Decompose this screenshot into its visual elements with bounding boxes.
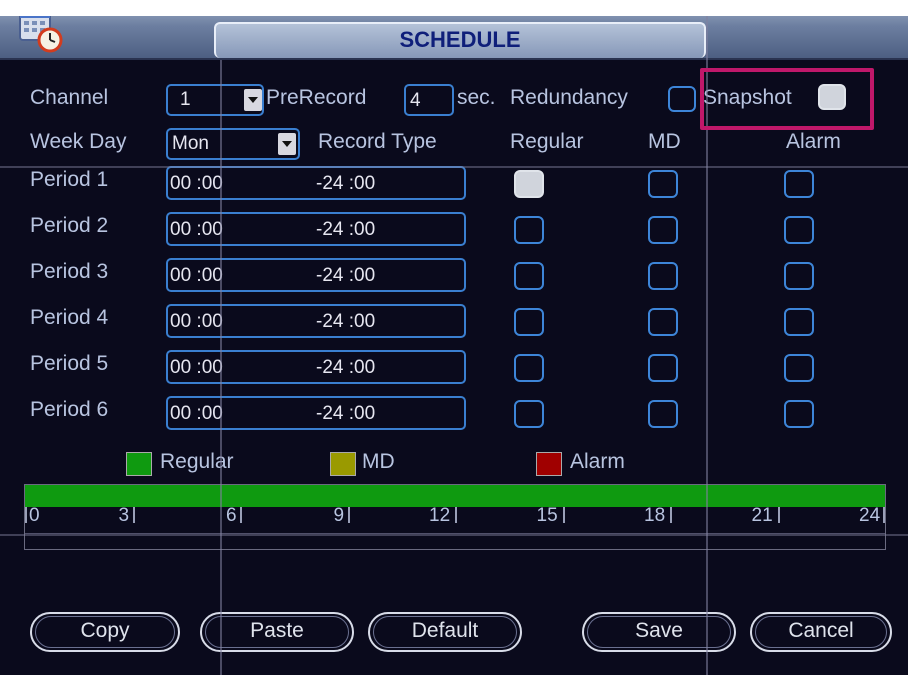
period-start-time[interactable]: 00 :00	[170, 357, 223, 379]
column-md-header: MD	[648, 130, 681, 153]
timeline-tick-label: 18	[644, 505, 666, 526]
overlay-line	[0, 166, 908, 168]
redundancy-checkbox[interactable]	[668, 86, 696, 112]
legend-md-swatch	[330, 452, 356, 476]
timeline-tick-label: 12	[429, 505, 451, 526]
period-regular-checkbox[interactable]	[514, 354, 544, 382]
schedule-window: SCHEDULE Channel 1 PreRecord 4 sec. Redu…	[0, 0, 908, 675]
period-md-checkbox[interactable]	[648, 400, 678, 428]
title-box: SCHEDULE	[214, 22, 706, 58]
copy-button[interactable]: Copy	[30, 612, 180, 652]
record-type-label: Record Type	[318, 130, 437, 153]
sec-label: sec.	[457, 86, 496, 109]
period-end-time[interactable]: -24 :00	[316, 219, 375, 241]
timeline-tick-label: 21	[751, 505, 773, 526]
period-time-range[interactable]: 00 :00 -24 :00	[166, 258, 466, 292]
column-alarm-header: Alarm	[786, 130, 841, 153]
period-alarm-checkbox[interactable]	[784, 354, 814, 382]
timeline-tick-label: 3	[118, 505, 130, 526]
timeline-tick	[25, 507, 27, 523]
period-label: Period 5	[30, 352, 109, 375]
redundancy-label: Redundancy	[510, 86, 628, 109]
period-md-checkbox[interactable]	[648, 170, 678, 198]
channel-value: 1	[180, 89, 191, 110]
timeline-tick	[562, 507, 565, 523]
period-end-time[interactable]: -24 :00	[316, 311, 375, 333]
timeline-tick-label: 0	[29, 505, 40, 526]
weekday-select[interactable]: Mon	[166, 128, 300, 160]
cancel-button[interactable]: Cancel	[750, 612, 892, 652]
overlay-line	[220, 60, 222, 675]
chevron-down-icon	[244, 89, 262, 111]
timeline-tick	[132, 507, 135, 523]
period-start-time[interactable]: 00 :00	[170, 173, 223, 195]
channel-label: Channel	[30, 86, 109, 109]
period-time-range[interactable]: 00 :00 -24 :00	[166, 350, 466, 384]
period-end-time[interactable]: -24 :00	[316, 265, 375, 287]
period-start-time[interactable]: 00 :00	[170, 403, 223, 425]
chevron-down-icon	[278, 133, 296, 155]
period-regular-checkbox[interactable]	[514, 308, 544, 336]
legend-md-label: MD	[362, 450, 395, 473]
period-md-checkbox[interactable]	[648, 354, 678, 382]
timeline-tick-label: 15	[536, 505, 558, 526]
period-regular-checkbox[interactable]	[514, 400, 544, 428]
period-time-range[interactable]: 00 :00 -24 :00	[166, 396, 466, 430]
timeline-regular-bar	[25, 485, 885, 507]
period-alarm-checkbox[interactable]	[784, 400, 814, 428]
timeline-tick-label: 9	[333, 505, 345, 526]
period-regular-checkbox[interactable]	[514, 262, 544, 290]
legend-regular-label: Regular	[160, 450, 234, 473]
default-button[interactable]: Default	[368, 612, 522, 652]
timeline-tick	[883, 507, 885, 523]
period-time-range[interactable]: 00 :00 -24 :00	[166, 166, 466, 200]
legend-alarm-swatch	[536, 452, 562, 476]
period-alarm-checkbox[interactable]	[784, 170, 814, 198]
period-alarm-checkbox[interactable]	[784, 308, 814, 336]
weekday-label: Week Day	[30, 130, 127, 153]
channel-select[interactable]: 1	[166, 84, 264, 116]
period-alarm-checkbox[interactable]	[784, 262, 814, 290]
period-end-time[interactable]: -24 :00	[316, 173, 375, 195]
period-label: Period 1	[30, 168, 109, 191]
period-time-range[interactable]: 00 :00 -24 :00	[166, 212, 466, 246]
timeline-tick	[670, 507, 672, 523]
period-regular-checkbox[interactable]	[514, 170, 544, 198]
period-end-time[interactable]: -24 :00	[316, 403, 375, 425]
schedule-timeline: 0 3 6 9 12 15 18 21 24	[24, 484, 886, 550]
period-label: Period 6	[30, 398, 109, 421]
window-title: SCHEDULE	[399, 27, 521, 52]
period-label: Period 2	[30, 214, 109, 237]
overlay-line	[0, 534, 908, 536]
period-label: Period 3	[30, 260, 109, 283]
period-alarm-checkbox[interactable]	[784, 216, 814, 244]
period-md-checkbox[interactable]	[648, 262, 678, 290]
prerecord-input[interactable]: 4	[404, 84, 454, 116]
timeline-tick-label: 24	[859, 505, 881, 526]
timeline-tick	[347, 507, 350, 523]
period-time-range[interactable]: 00 :00 -24 :00	[166, 304, 466, 338]
column-regular-header: Regular	[510, 130, 584, 153]
period-md-checkbox[interactable]	[648, 308, 678, 336]
timeline-tick	[240, 507, 242, 523]
weekday-value: Mon	[172, 133, 209, 154]
period-start-time[interactable]: 00 :00	[170, 219, 223, 241]
period-label: Period 4	[30, 306, 109, 329]
period-md-checkbox[interactable]	[648, 216, 678, 244]
top-strip	[0, 0, 908, 16]
legend-alarm-label: Alarm	[570, 450, 625, 473]
snapshot-highlight-box	[700, 68, 874, 130]
paste-button[interactable]: Paste	[200, 612, 354, 652]
period-regular-checkbox[interactable]	[514, 216, 544, 244]
save-button[interactable]: Save	[582, 612, 736, 652]
prerecord-label: PreRecord	[266, 86, 367, 109]
timeline-tick-label: 6	[226, 505, 237, 526]
timeline-tick	[777, 507, 780, 523]
period-start-time[interactable]: 00 :00	[170, 265, 223, 287]
period-end-time[interactable]: -24 :00	[316, 357, 375, 379]
timeline-tick	[455, 507, 457, 523]
prerecord-value: 4	[410, 90, 421, 111]
legend-regular-swatch	[126, 452, 152, 476]
period-start-time[interactable]: 00 :00	[170, 311, 223, 333]
